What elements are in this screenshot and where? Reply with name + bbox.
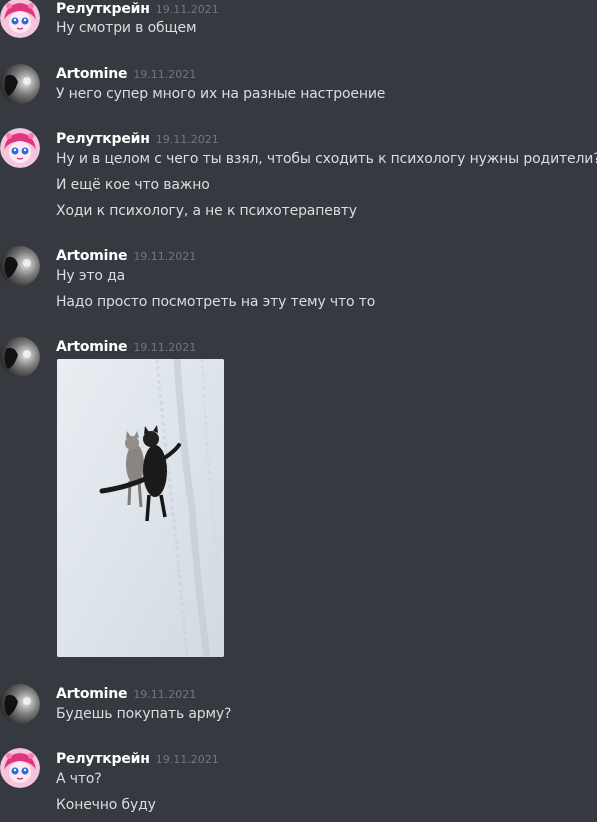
pink-anime-avatar-icon [0,128,40,168]
pink-anime-avatar-icon [0,0,40,38]
timestamp: 19.11.2021 [133,68,197,81]
username[interactable]: Artomine [56,248,128,264]
dark-cat-avatar-icon [0,337,40,377]
dark-cat-avatar-icon [0,64,40,104]
message-text: Ну это да [56,268,126,284]
dark-cat-avatar-icon [0,684,40,724]
username[interactable]: Релуткрейн [56,131,150,147]
image-attachment[interactable] [57,359,224,657]
username[interactable]: Релуткрейн [56,751,150,767]
message-text: А что? [56,771,102,787]
message-text: Ну смотри в общем [56,20,197,36]
message-text: Надо просто посмотреть на эту тему что т… [56,294,376,310]
message-header: Artomine 19.11.2021 [56,245,196,265]
message-header: Artomine 19.11.2021 [56,63,196,83]
username[interactable]: Artomine [56,339,128,355]
timestamp: 19.11.2021 [155,3,219,16]
username[interactable]: Релуткрейн [56,1,150,17]
username[interactable]: Artomine [56,66,128,82]
message-text: У него супер много их на разные настроен… [56,86,386,102]
avatar-relutkrein[interactable] [0,128,40,168]
avatar-relutkrein[interactable] [0,0,40,38]
message-header: Artomine 19.11.2021 [56,336,196,356]
message-header: Релуткрейн 19.11.2021 [56,128,219,148]
avatar-artomine[interactable] [0,684,40,724]
timestamp: 19.11.2021 [133,688,197,701]
avatar-artomine[interactable] [0,337,40,377]
message-header: Релуткрейн 19.11.2021 [56,0,219,18]
avatar-artomine[interactable] [0,246,40,286]
timestamp: 19.11.2021 [155,753,219,766]
timestamp: 19.11.2021 [133,341,197,354]
cats-on-snow-image [57,359,224,657]
message-text: Ходи к психологу, а не к психотерапевту [56,203,357,219]
message-text: Будешь покупать арму? [56,706,232,722]
message-text: Ну и в целом с чего ты взял, чтобы сходи… [56,151,597,167]
timestamp: 19.11.2021 [133,250,197,263]
username[interactable]: Artomine [56,686,128,702]
message-text: И ещё кое что важно [56,177,210,193]
timestamp: 19.11.2021 [155,133,219,146]
avatar-relutkrein[interactable] [0,748,40,788]
message-header: Artomine 19.11.2021 [56,683,196,703]
message-text: Конечно буду [56,797,156,813]
pink-anime-avatar-icon [0,748,40,788]
message-header: Релуткрейн 19.11.2021 [56,748,219,768]
avatar-artomine[interactable] [0,64,40,104]
dark-cat-avatar-icon [0,246,40,286]
